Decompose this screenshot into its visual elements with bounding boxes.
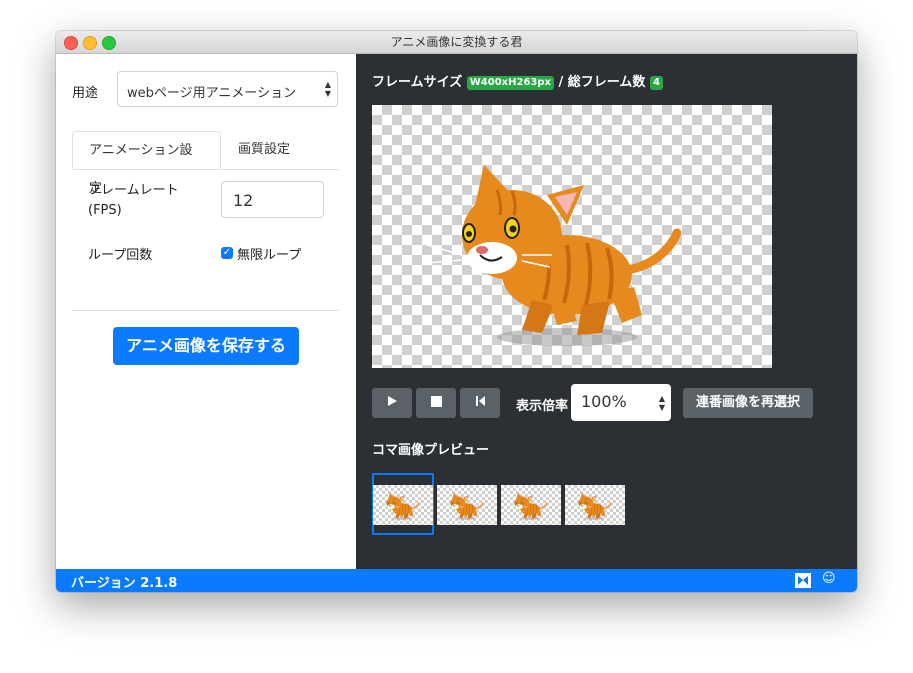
zoom-button[interactable] [102, 36, 116, 50]
tab-quality-settings[interactable]: 画質設定 [222, 131, 306, 169]
usage-label: 用途 [72, 86, 99, 101]
info-separator: / [558, 75, 564, 90]
usage-select[interactable]: webページ用アニメーション ▲ ▼ [117, 71, 338, 107]
cat-thumbnail-1 [380, 492, 420, 521]
zoom-select[interactable]: 100% ▲ ▼ [571, 384, 671, 421]
reselect-images-button[interactable]: 連番画像を再選択 [683, 388, 813, 418]
frame-thumbnail-4[interactable] [565, 485, 625, 525]
animation-canvas [372, 105, 772, 368]
window-title: アニメ画像に変換する君 [390, 35, 523, 49]
smiley-icon[interactable]: ☺ [822, 571, 836, 586]
window-icon[interactable] [795, 573, 811, 588]
frame-thumbnail-2[interactable] [437, 485, 497, 525]
play-icon [388, 396, 397, 406]
infinite-loop-checkbox[interactable]: ✓ [221, 247, 233, 259]
play-button[interactable] [372, 388, 412, 418]
usage-select-value: webページ用アニメーション [127, 86, 297, 101]
zoom-arrows-icon: ▲ ▼ [658, 394, 665, 412]
preview-panel: フレームサイズ W400xH263px / 総フレーム数 4 表示倍率 100%… [356, 54, 857, 569]
infinite-loop-label[interactable]: 無限ループ [237, 244, 301, 263]
framerate-label-line1: フレームレート [88, 183, 179, 198]
cat-thumbnail-3 [508, 492, 548, 521]
title-bar: アニメ画像に変換する君 [56, 31, 857, 54]
settings-panel: 用途 webページ用アニメーション ▲ ▼ アニメーション設定 画質設定 フレーム… [56, 54, 356, 569]
settings-tabs: アニメーション設定 画質設定 [72, 131, 340, 196]
close-button[interactable] [64, 36, 78, 50]
select-arrows-icon: ▲ ▼ [324, 80, 331, 98]
frame-info: フレームサイズ W400xH263px / 総フレーム数 4 [372, 71, 663, 90]
cat-image [372, 105, 772, 368]
framerate-input[interactable]: 12 [221, 181, 324, 218]
framerate-label: フレームレート (FPS) [88, 181, 179, 221]
cat-thumbnail-2 [444, 492, 484, 521]
status-bar: バージョン 2.1.8 ☺ [56, 569, 857, 592]
tab-animation-settings[interactable]: アニメーション設定 [72, 131, 221, 196]
stop-button[interactable] [416, 388, 456, 418]
frame-thumbnail-1[interactable] [373, 485, 433, 525]
app-window: アニメ画像に変換する君 用途 webページ用アニメーション ▲ ▼ アニメーション… [56, 31, 857, 592]
frame-preview-title: コマ画像プレビュー [372, 443, 490, 458]
cat-thumbnail-4 [572, 492, 612, 521]
minimize-button[interactable] [83, 36, 97, 50]
zoom-label: 表示倍率 [516, 399, 569, 414]
total-frames-badge: 4 [649, 76, 663, 90]
frame-thumbnail-3[interactable] [501, 485, 561, 525]
total-frames-label: 総フレーム数 [567, 75, 646, 90]
version-label: バージョン 2.1.8 [71, 576, 178, 591]
loop-label: ループ回数 [88, 248, 153, 263]
framerate-label-line2: (FPS) [88, 203, 122, 218]
rewind-button[interactable] [460, 388, 500, 418]
frame-size-badge: W400xH263px [466, 76, 554, 90]
stop-icon [430, 396, 442, 407]
skip-back-icon [475, 396, 485, 406]
divider [72, 310, 340, 311]
save-animation-button[interactable]: アニメ画像を保存する [113, 327, 299, 365]
zoom-value: 100% [581, 392, 627, 411]
frame-size-label: フレームサイズ [372, 75, 463, 90]
